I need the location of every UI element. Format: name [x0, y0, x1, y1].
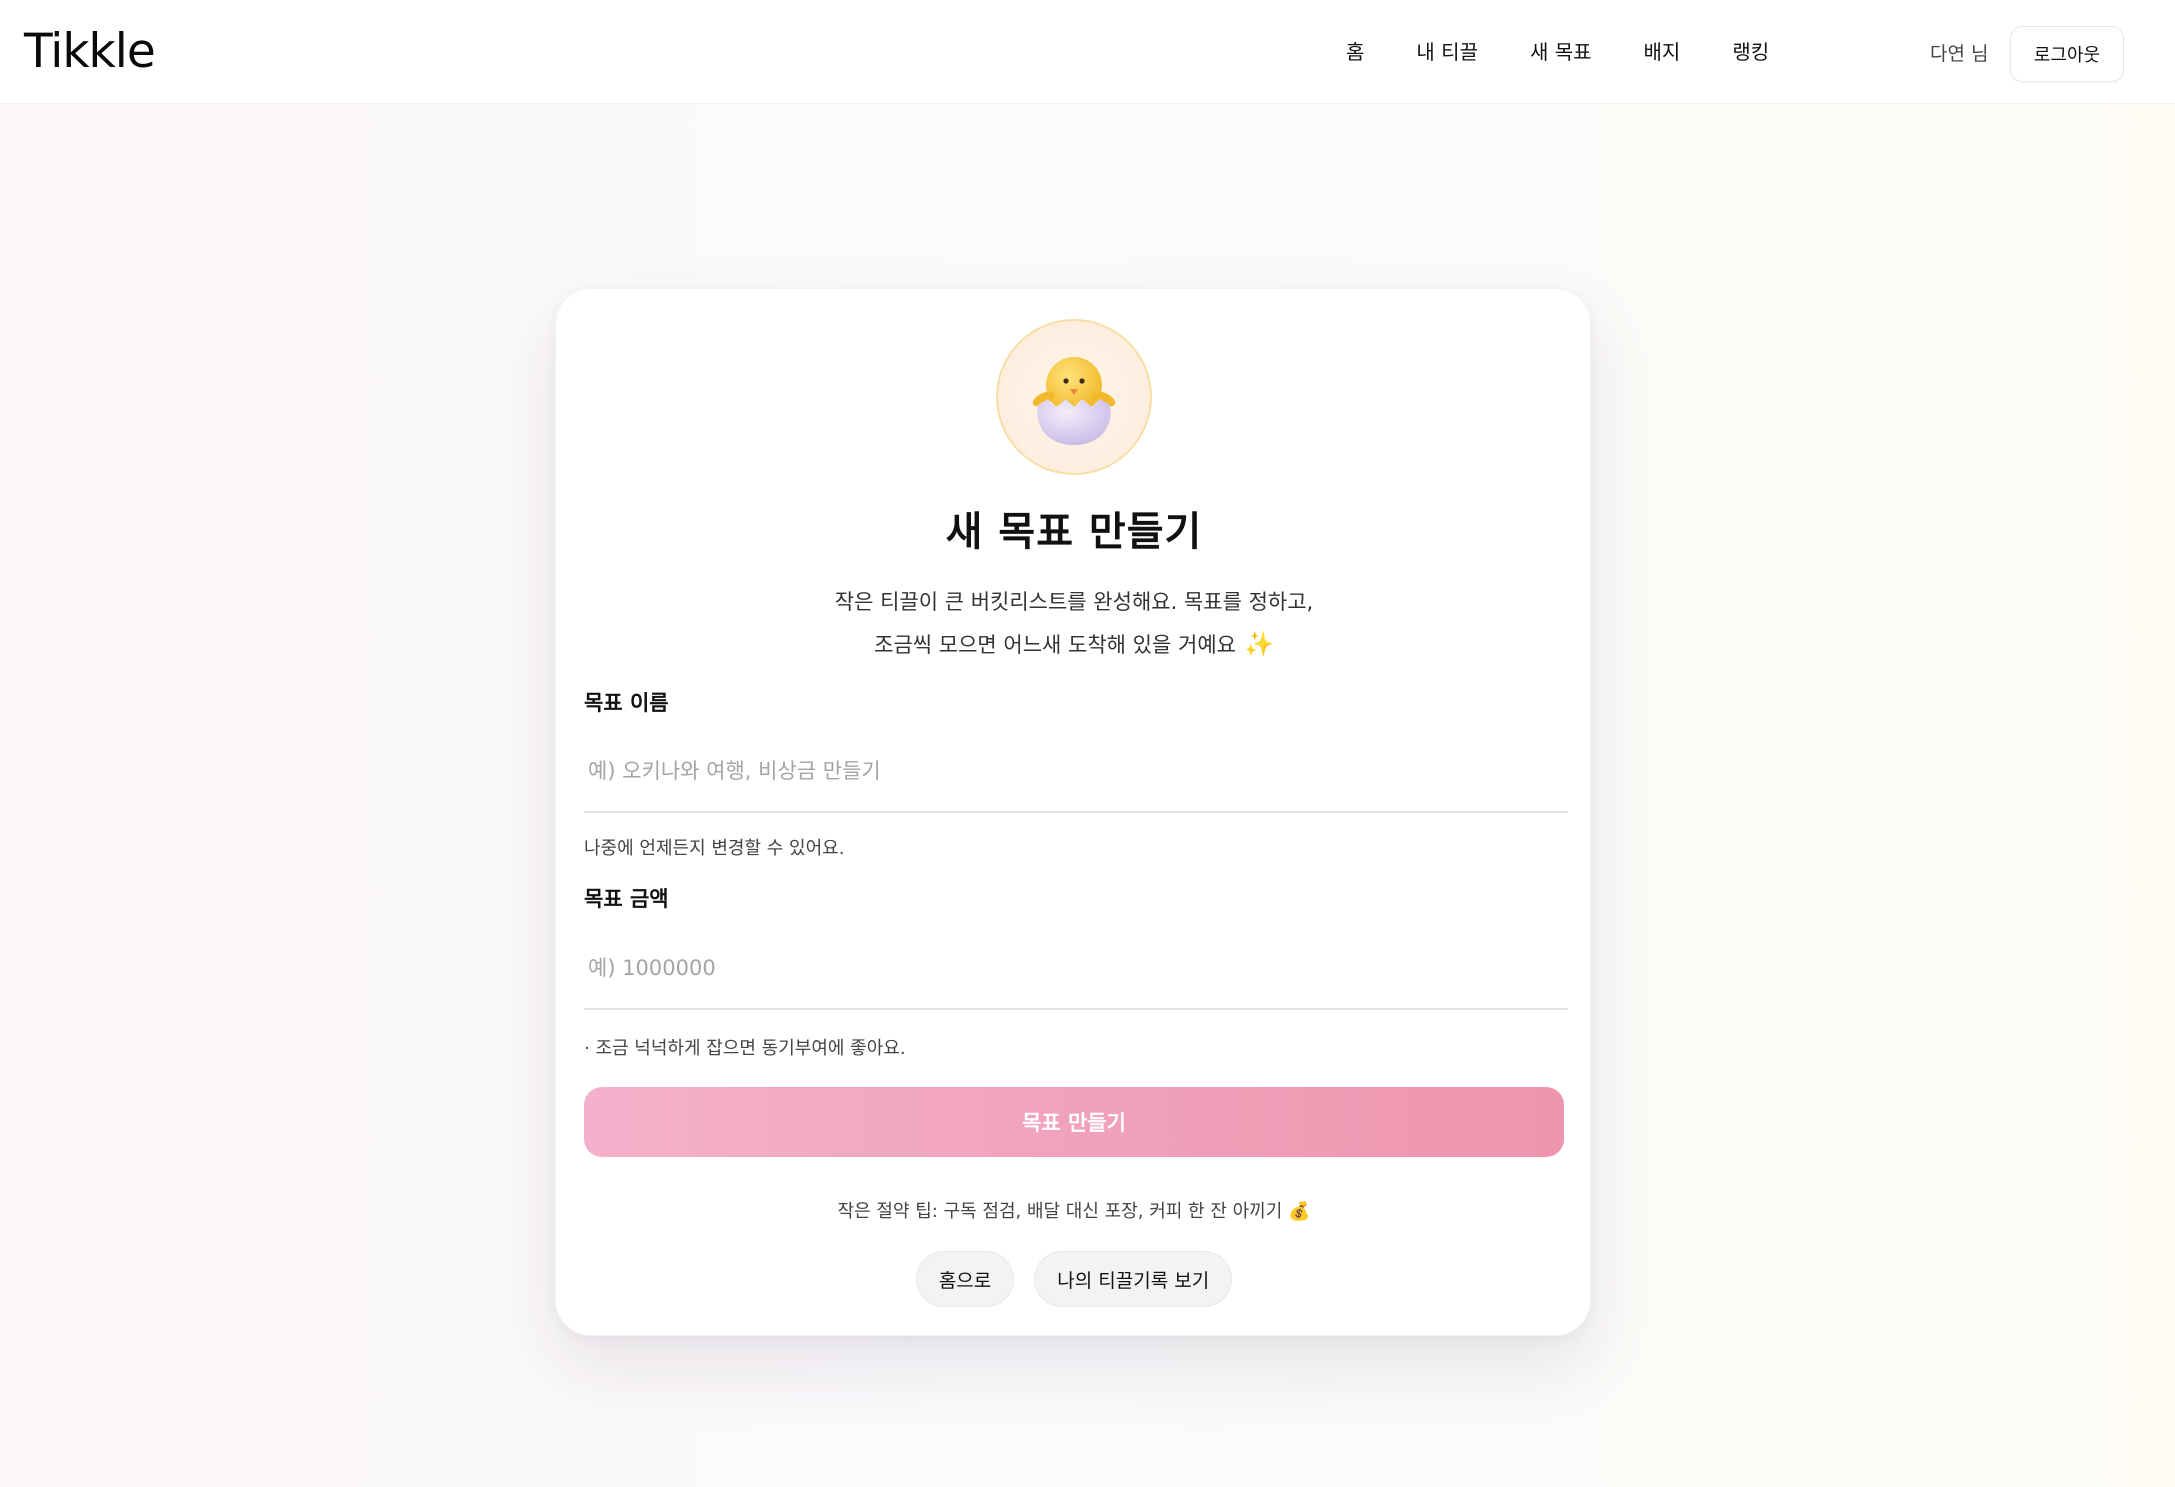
money-bag-icon: 💰 — [1288, 1201, 1311, 1222]
create-goal-button[interactable]: 목표 만들기 — [584, 1087, 1564, 1157]
hatching-chick-icon — [996, 319, 1152, 475]
goal-name-input[interactable] — [584, 731, 1568, 813]
nav-item-home[interactable]: 홈 — [1320, 0, 1390, 104]
page-title: 새 목표 만들기 — [945, 509, 1203, 555]
goal-amount-input[interactable] — [584, 928, 1568, 1010]
logout-button[interactable]: 로그아웃 — [2010, 26, 2124, 82]
secondary-actions: 홈으로 나의 티끌기록 보기 — [556, 1251, 1592, 1307]
page-subtitle: 작은 티끌이 큰 버킷리스트를 완성해요. 목표를 정하고, 조금씩 모으면 어… — [556, 581, 1592, 666]
go-home-button[interactable]: 홈으로 — [915, 1251, 1015, 1307]
nav-item-my-tikkle[interactable]: 내 티끌 — [1390, 0, 1504, 104]
top-nav-bar: Tikkle 홈 내 티끌 새 목표 배지 랭킹 다연 님 로그아웃 — [0, 0, 2175, 104]
goal-amount-hint: · 조금 넉넉하게 잡으면 동기부여에 좋아요. — [584, 1038, 906, 1059]
subtitle-line-2: 조금씩 모으면 어느새 도착해 있을 거예요 ✨ — [556, 623, 1592, 666]
chick-illustration — [1032, 357, 1116, 445]
sparkle-icon: ✨ — [1243, 630, 1274, 658]
user-name: 다연 님 — [1930, 43, 1989, 65]
saving-tip-text: 작은 절약 팁: 구독 점검, 배달 대신 포장, 커피 한 잔 아끼기 — [837, 1201, 1283, 1222]
goal-name-hint: 나중에 언제든지 변경할 수 있어요. — [584, 838, 845, 859]
goal-amount-label: 목표 금액 — [584, 887, 669, 911]
new-goal-card: 새 목표 만들기 작은 티끌이 큰 버킷리스트를 완성해요. 목표를 정하고, … — [555, 288, 1591, 1336]
nav-item-badges[interactable]: 배지 — [1618, 0, 1707, 104]
tikkle-logo[interactable]: Tikkle — [24, 24, 156, 80]
subtitle-line-1: 작은 티끌이 큰 버킷리스트를 완성해요. 목표를 정하고, — [834, 590, 1314, 614]
nav-item-ranking[interactable]: 랭킹 — [1706, 0, 1795, 104]
subtitle-line-2-text: 조금씩 모으면 어느새 도착해 있을 거예요 — [874, 633, 1236, 657]
nav-item-new-goal[interactable]: 새 목표 — [1504, 0, 1618, 104]
view-records-button[interactable]: 나의 티끌기록 보기 — [1034, 1251, 1233, 1307]
main-nav: 홈 내 티끌 새 목표 배지 랭킹 — [1320, 0, 1795, 104]
goal-name-label: 목표 이름 — [584, 691, 669, 715]
saving-tip: 작은 절약 팁: 구독 점검, 배달 대신 포장, 커피 한 잔 아끼기 💰 — [556, 1197, 1592, 1223]
